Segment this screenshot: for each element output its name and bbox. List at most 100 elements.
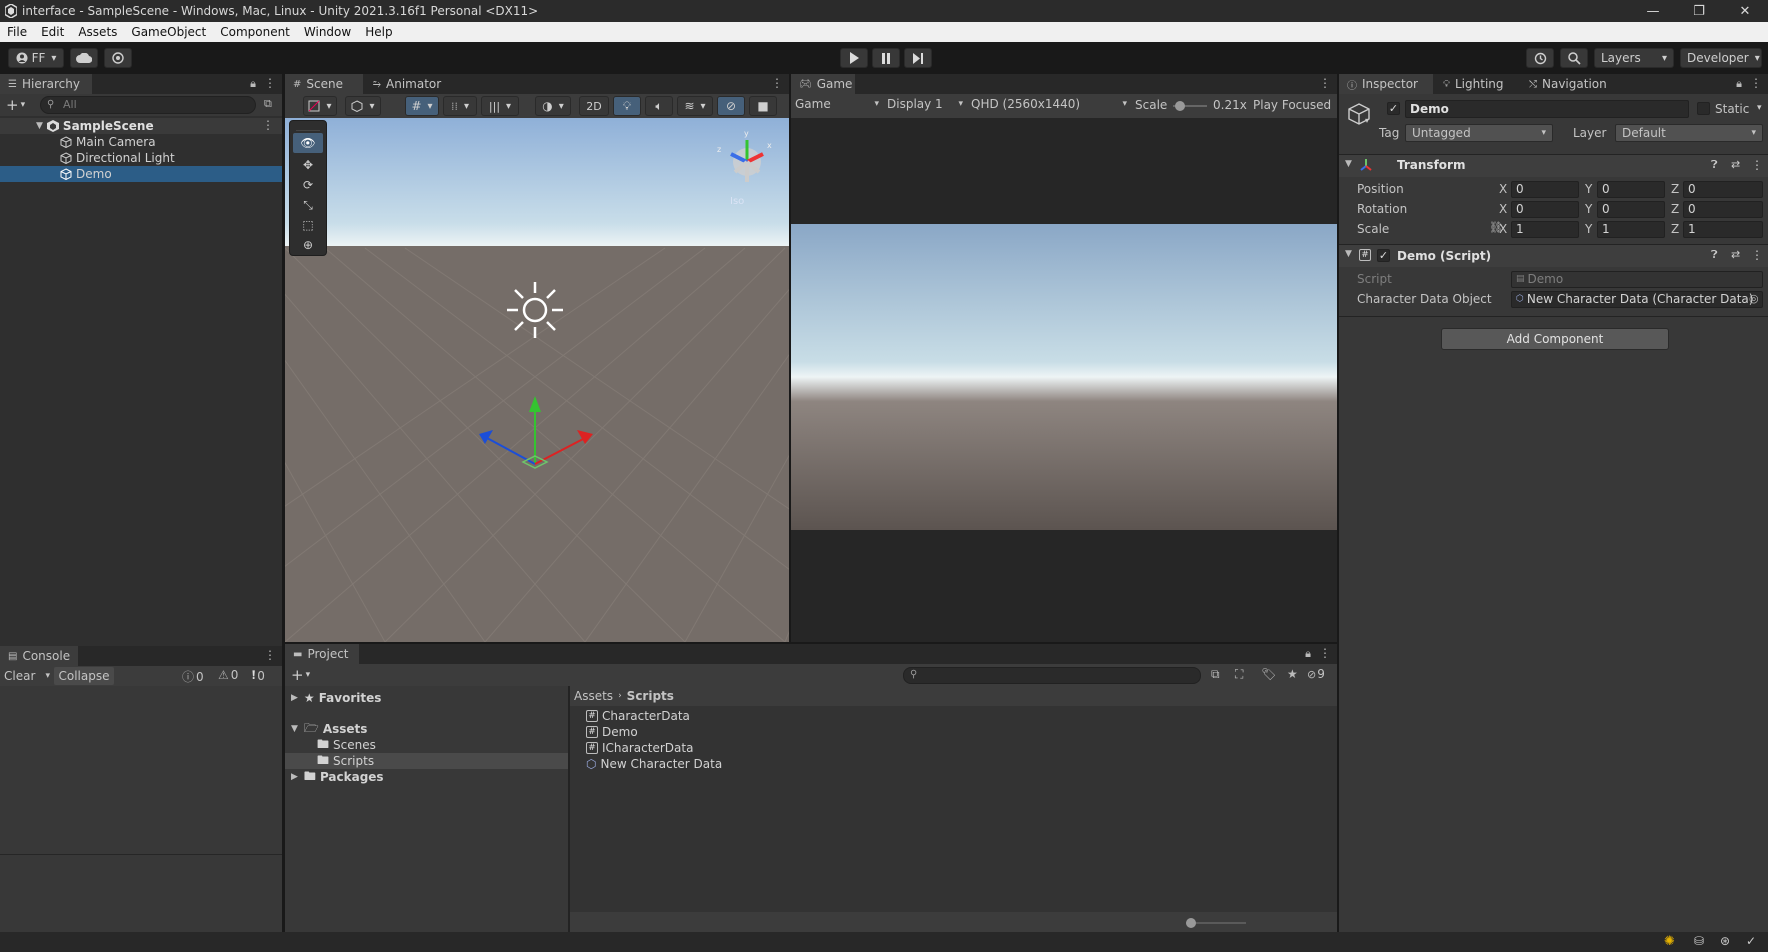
- position-z-field[interactable]: 0: [1683, 181, 1763, 198]
- undo-history-button[interactable]: [1526, 48, 1554, 68]
- effects-dropdown[interactable]: ≋: [677, 96, 713, 116]
- lock-icon[interactable]: 🔒︎: [1736, 77, 1742, 91]
- console-menu-icon[interactable]: ⋮: [264, 648, 276, 662]
- warning-count-toggle[interactable]: ⚠ 0: [218, 668, 238, 682]
- audio-toggle[interactable]: 🔈︎: [645, 96, 673, 116]
- error-count-toggle[interactable]: ❗︎ 0: [252, 668, 265, 683]
- position-x-field[interactable]: 0: [1511, 181, 1579, 198]
- draw-mode-dropdown[interactable]: [303, 96, 337, 116]
- maximize-button[interactable]: ❐: [1676, 0, 1722, 22]
- inspector-menu-icon[interactable]: ⋮: [1750, 76, 1762, 90]
- position-y-field[interactable]: 0: [1597, 181, 1665, 198]
- account-dropdown[interactable]: FF: [8, 48, 64, 68]
- game-menu-icon[interactable]: ⋮: [1319, 76, 1331, 90]
- component-menu-icon[interactable]: ⋮: [1751, 158, 1763, 172]
- active-checkbox[interactable]: ✓: [1387, 102, 1400, 115]
- move-tool-button[interactable]: ✥: [290, 155, 326, 175]
- scene-viewport[interactable]: y z x Iso 👁︎ ✥ ⟳ ⤡ ⬚ ⊕: [285, 118, 789, 642]
- scale-slider-thumb[interactable]: [1175, 101, 1185, 111]
- palette-handle[interactable]: [296, 123, 320, 131]
- tab-project[interactable]: ▬ Project: [285, 644, 359, 664]
- scene-menu-icon[interactable]: ⋮: [771, 76, 783, 90]
- hierarchy-item-directional-light[interactable]: Directional Light: [60, 150, 175, 166]
- menu-edit[interactable]: Edit: [34, 22, 71, 42]
- tree-favorites[interactable]: ▶ ★ Favorites: [291, 690, 381, 706]
- close-button[interactable]: ✕: [1722, 0, 1768, 22]
- expand-arrow-icon[interactable]: ▶: [291, 693, 298, 703]
- menu-assets[interactable]: Assets: [71, 22, 124, 42]
- character-data-object-field[interactable]: ⬡ New Character Data (Character Data): [1511, 291, 1763, 308]
- progress-check-icon[interactable]: ✓: [1746, 934, 1756, 948]
- file-item[interactable]: ⬡ New Character Data: [586, 756, 722, 772]
- icon-size-slider[interactable]: [1186, 918, 1246, 928]
- hierarchy-add-button[interactable]: + ▾: [6, 96, 25, 114]
- script-enabled-checkbox[interactable]: ✓: [1377, 249, 1390, 262]
- scale-tool-button[interactable]: ⤡: [290, 195, 326, 215]
- menu-help[interactable]: Help: [358, 22, 399, 42]
- hierarchy-item-main-camera[interactable]: Main Camera: [60, 134, 156, 150]
- menu-component[interactable]: Component: [213, 22, 297, 42]
- rotation-x-field[interactable]: 0: [1511, 201, 1579, 218]
- project-add-button[interactable]: + ▾: [291, 666, 310, 684]
- tag-dropdown[interactable]: Untagged ▾: [1405, 124, 1553, 142]
- tab-inspector[interactable]: ⓘ Inspector: [1339, 74, 1433, 94]
- lock-icon[interactable]: 🔒︎: [1305, 647, 1311, 661]
- rotation-y-field[interactable]: 0: [1597, 201, 1665, 218]
- expand-arrow-icon[interactable]: ▶: [291, 772, 298, 782]
- scene-menu-icon[interactable]: ⋮: [262, 118, 274, 132]
- network-icon[interactable]: ⊛: [1720, 934, 1730, 948]
- hierarchy-search[interactable]: ⚲ All: [40, 96, 256, 114]
- view-options-dropdown[interactable]: [345, 96, 381, 116]
- tree-scripts[interactable]: 🖿︎ Scripts: [285, 753, 568, 769]
- layers-dropdown[interactable]: Layers: [1594, 48, 1674, 68]
- log-count-toggle[interactable]: ⓘ 0: [182, 668, 204, 685]
- tab-console[interactable]: ▤ Console: [0, 646, 78, 666]
- cloud-button[interactable]: [70, 48, 98, 68]
- scale-slider[interactable]: [1173, 101, 1207, 111]
- tab-navigation[interactable]: ⤭ Navigation: [1521, 74, 1625, 94]
- expand-arrow-icon[interactable]: ▼: [36, 121, 43, 131]
- breadcrumb-scripts[interactable]: Scripts: [627, 689, 674, 703]
- increment-snap-dropdown[interactable]: ⁞⁞: [443, 96, 477, 116]
- menu-window[interactable]: Window: [297, 22, 358, 42]
- align-dropdown[interactable]: |||: [481, 96, 519, 116]
- rect-tool-button[interactable]: ⬚: [290, 215, 326, 235]
- lock-icon[interactable]: 🔒︎: [250, 77, 256, 91]
- file-item[interactable]: # Demo: [586, 724, 638, 740]
- static-checkbox[interactable]: [1697, 102, 1710, 115]
- play-focused-dropdown[interactable]: Play Focused: [1253, 98, 1331, 112]
- collab-button[interactable]: [104, 48, 132, 68]
- component-menu-icon[interactable]: ⋮: [1751, 248, 1763, 262]
- transform-tool-button[interactable]: ⊕: [290, 235, 326, 255]
- foldout-arrow-icon[interactable]: ▼: [1345, 249, 1352, 259]
- tab-lighting[interactable]: 💡︎ Lighting: [1435, 74, 1519, 94]
- layer-dropdown[interactable]: Default ▾: [1615, 124, 1763, 142]
- object-name-field[interactable]: Demo: [1405, 100, 1689, 118]
- hierarchy-menu-icon[interactable]: ⋮: [264, 76, 276, 90]
- add-component-button[interactable]: Add Component: [1441, 328, 1669, 350]
- tab-animator[interactable]: ⥲ Animator: [365, 74, 461, 94]
- console-splitter[interactable]: [0, 854, 282, 855]
- tab-game[interactable]: 🎮︎ Game: [791, 74, 855, 94]
- scale-z-field[interactable]: 1: [1683, 221, 1763, 238]
- minimize-button[interactable]: —: [1630, 0, 1676, 22]
- camera-dropdown[interactable]: ■: [749, 96, 777, 116]
- tree-packages[interactable]: ▶ 🖿︎ Packages: [291, 769, 384, 785]
- project-search-input[interactable]: ⚲: [903, 667, 1201, 684]
- pause-button[interactable]: [872, 48, 900, 68]
- object-picker-icon[interactable]: ◎: [1749, 292, 1759, 305]
- hierarchy-item-demo[interactable]: Demo: [0, 166, 282, 182]
- breadcrumb-assets[interactable]: Assets: [574, 689, 613, 703]
- help-icon[interactable]: ❓︎: [1711, 158, 1718, 172]
- layout-dropdown[interactable]: Developer: [1680, 48, 1762, 68]
- game-viewport[interactable]: [791, 118, 1337, 642]
- file-item[interactable]: # ICharacterData: [586, 740, 693, 756]
- view-tool-button[interactable]: 👁︎: [293, 133, 323, 153]
- tab-scene[interactable]: # Scene: [285, 74, 363, 94]
- grid-snapping-dropdown[interactable]: #: [405, 96, 439, 116]
- cache-server-icon[interactable]: ⛁: [1694, 934, 1704, 948]
- presets-icon[interactable]: ⇄: [1731, 158, 1740, 171]
- scene-row[interactable]: ▼ SampleScene ⋮: [0, 118, 282, 134]
- hidden-packages-toggle[interactable]: ⊘ 9: [1307, 667, 1325, 681]
- toggle-2d-button[interactable]: 2D: [579, 96, 609, 116]
